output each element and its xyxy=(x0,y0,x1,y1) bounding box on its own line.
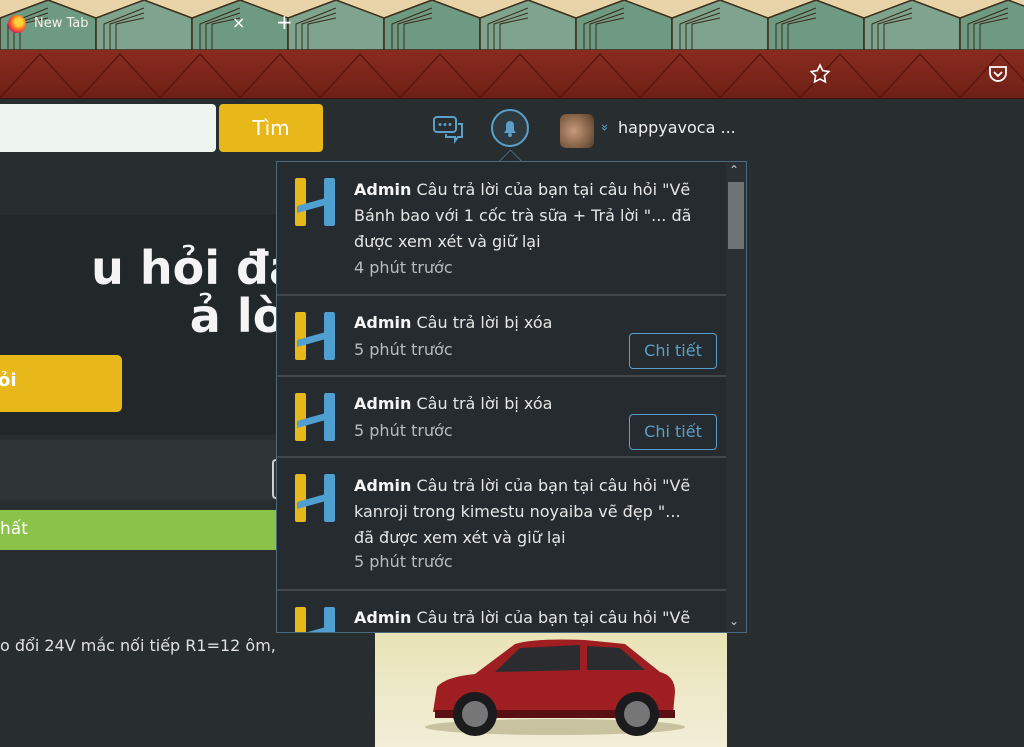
detail-button[interactable]: Chi tiết xyxy=(629,333,717,369)
notification-sender: Admin xyxy=(354,180,412,199)
username[interactable]: happyavoca ... xyxy=(618,118,736,137)
pocket-icon[interactable] xyxy=(986,62,1010,86)
filter-tab-active[interactable]: hất xyxy=(0,510,276,550)
notification-sender: Admin xyxy=(354,476,412,495)
notification-text: Câu trả lời của bạn tại câu hỏi "Vẽ xyxy=(416,608,691,627)
bell-icon xyxy=(504,121,516,137)
notification-item[interactable]: Admin Câu trả lời của bạn tại câu hỏi "V… xyxy=(277,162,727,296)
avatar[interactable] xyxy=(560,114,594,148)
notification-time: 5 phút trước xyxy=(354,340,453,359)
car-illustration xyxy=(425,639,685,736)
hero-title: u hỏi đã ả lời xyxy=(91,241,300,343)
scroll-down-icon[interactable]: ⌄ xyxy=(729,614,739,628)
detail-button[interactable]: Chi tiết xyxy=(629,414,717,450)
car-ad-image[interactable] xyxy=(375,632,727,747)
ask-question-button[interactable]: ỏi xyxy=(0,355,122,412)
notification-time: 5 phút trước xyxy=(354,552,453,571)
question-snippet[interactable]: o đổi 24V mắc nối tiếp R1=12 ôm, xyxy=(0,636,276,655)
notification-sender: Admin xyxy=(354,313,412,332)
bookmark-star-icon[interactable] xyxy=(808,62,832,86)
notification-message: Admin Câu trả lời của bạn tại câu hỏi "V… xyxy=(354,473,699,551)
notification-message: Admin Câu trả lời của bạn tại câu hỏi "V… xyxy=(354,177,699,255)
search-button[interactable]: Tìm xyxy=(219,104,323,152)
notification-message: Admin Câu trả lời của bạn tại câu hỏi "V… xyxy=(354,605,699,631)
notification-item[interactable]: Admin Câu trả lời của bạn tại câu hỏi "V… xyxy=(277,458,727,591)
notification-text: Câu trả lời bị xóa xyxy=(416,394,553,413)
hoc24-logo-icon xyxy=(295,607,335,632)
theme-pattern xyxy=(0,0,1024,50)
new-tab-icon[interactable]: + xyxy=(276,10,293,34)
hoc24-logo-icon xyxy=(295,312,335,360)
chat-icon[interactable] xyxy=(432,114,466,144)
notification-time: 4 phút trước xyxy=(354,258,453,277)
notification-bell-button[interactable] xyxy=(491,109,529,147)
notification-item[interactable]: Admin Câu trả lời bị xóa 5 phút trước Ch… xyxy=(277,377,727,458)
browser-toolbar xyxy=(0,50,1024,99)
scrollbar-thumb[interactable] xyxy=(728,182,744,249)
hoc24-logo-icon xyxy=(295,393,335,441)
notification-text: Câu trả lời bị xóa xyxy=(416,313,553,332)
tab-close-icon[interactable]: × xyxy=(232,13,245,32)
toolbar-pattern xyxy=(0,52,1024,98)
notifications-dropdown: Admin Câu trả lời của bạn tại câu hỏi "V… xyxy=(276,161,747,633)
browser-tab-strip: New Tab × + xyxy=(0,0,1024,50)
notification-time: 5 phút trước xyxy=(354,421,453,440)
tab-title[interactable]: New Tab xyxy=(34,16,89,31)
chevron-down-icon[interactable]: » xyxy=(596,124,611,132)
search-input[interactable] xyxy=(0,104,216,152)
firefox-icon xyxy=(8,15,26,33)
notification-item[interactable]: Admin Câu trả lời của bạn tại câu hỏi "V… xyxy=(277,591,727,632)
notification-sender: Admin xyxy=(354,394,412,413)
notification-item[interactable]: Admin Câu trả lời bị xóa 5 phút trước Ch… xyxy=(277,296,727,377)
notification-sender: Admin xyxy=(354,608,412,627)
hoc24-logo-icon xyxy=(295,474,335,522)
hoc24-logo-icon xyxy=(295,178,335,226)
scroll-up-icon[interactable]: ⌃ xyxy=(729,163,739,177)
